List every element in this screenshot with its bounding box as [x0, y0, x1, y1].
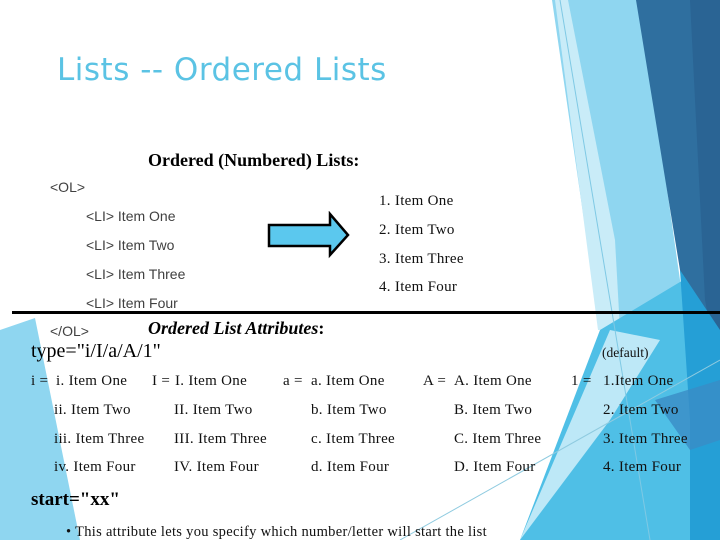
type-upper-a-item: A. Item One: [454, 373, 532, 389]
default-note: (default): [602, 345, 649, 360]
type-upper-i-item: IV. Item Four: [174, 459, 259, 475]
type-attribute-label: type="i/I/a/A/1": [31, 340, 161, 362]
type-1-item: 4. Item Four: [603, 459, 682, 475]
start-description: • This attribute lets you specify which …: [66, 524, 487, 540]
attributes-heading: Ordered List Attributes:: [148, 318, 324, 339]
code-line: <LI> Item Four: [86, 295, 178, 311]
code-open-tag: <OL>: [50, 179, 86, 195]
section-heading: Ordered (Numbered) Lists:: [148, 150, 360, 170]
attributes-heading-text: Ordered List Attributes: [148, 318, 319, 338]
type-1-item: 1.Item One: [603, 373, 674, 389]
type-label-upper-a: A =: [423, 373, 447, 389]
code-line: <LI> Item One: [86, 208, 176, 224]
type-a-item: b. Item Two: [311, 402, 387, 418]
code-close-tag: </OL>: [50, 323, 89, 339]
divider-line: [12, 311, 720, 314]
type-1-item: 3. Item Three: [603, 431, 688, 447]
type-i-item: i. Item One: [56, 373, 128, 389]
type-upper-a-item: D. Item Four: [454, 459, 536, 475]
slide-title: Lists -- Ordered Lists: [57, 52, 387, 88]
attributes-heading-colon: :: [318, 318, 325, 338]
type-label-1: 1 =: [571, 373, 592, 389]
type-upper-a-item: B. Item Two: [454, 402, 533, 418]
type-i-item: iv. Item Four: [54, 459, 136, 475]
code-line: <LI> Item Two: [86, 237, 175, 253]
rendered-list-item: 1. Item One: [379, 193, 454, 209]
type-upper-i-item: I. Item One: [175, 373, 248, 389]
type-i-item: iii. Item Three: [54, 431, 145, 447]
type-label-i: i =: [31, 373, 49, 389]
type-a-item: d. Item Four: [311, 459, 390, 475]
type-1-item: 2. Item Two: [603, 402, 679, 418]
right-arrow-icon: [267, 211, 350, 259]
type-a-item: c. Item Three: [311, 431, 395, 447]
rendered-list-item: 4. Item Four: [379, 279, 458, 295]
type-upper-i-item: III. Item Three: [174, 431, 267, 447]
type-label-upper-i: I =: [152, 373, 171, 389]
rendered-list-item: 2. Item Two: [379, 222, 455, 238]
type-i-item: ii. Item Two: [54, 402, 131, 418]
rendered-list-item: 3. Item Three: [379, 251, 464, 267]
start-attribute-label: start="xx": [31, 489, 120, 510]
type-upper-a-item: C. Item Three: [454, 431, 542, 447]
type-upper-i-item: II. Item Two: [174, 402, 253, 418]
code-line: <LI> Item Three: [86, 266, 186, 282]
slide: Lists -- Ordered Lists Ordered (Numbered…: [0, 0, 720, 540]
type-a-item: a. Item One: [311, 373, 385, 389]
type-label-a: a =: [283, 373, 303, 389]
